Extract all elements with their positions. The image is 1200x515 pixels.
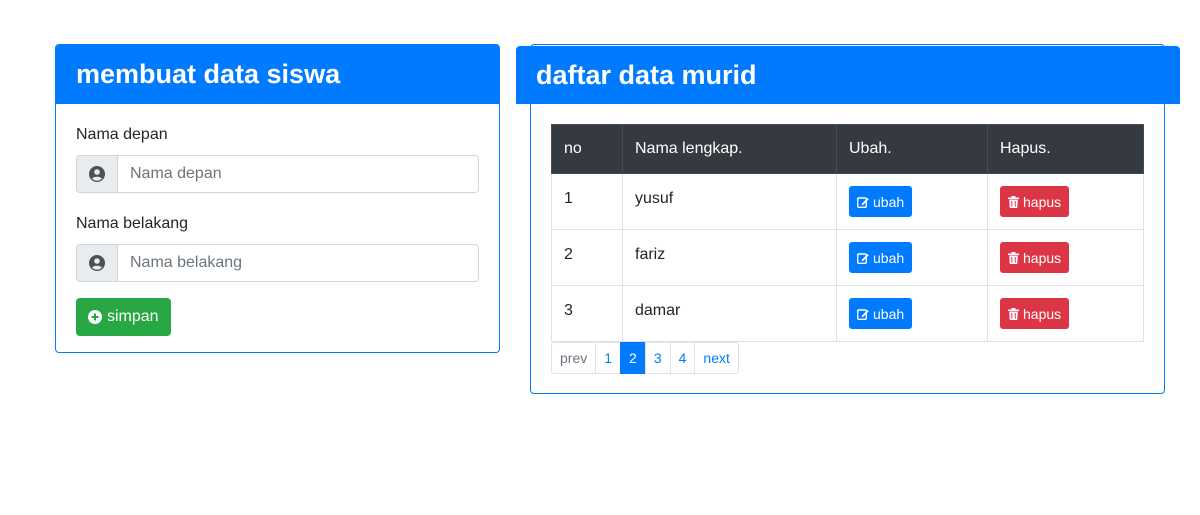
pagination-next[interactable]: next [694,342,739,374]
column-header-delete: Hapus. [987,124,1144,174]
edit-icon [857,196,869,208]
pagination-prev[interactable]: prev [551,342,597,374]
row-edit-cell: ubah [836,229,988,286]
trash-icon [1008,195,1019,208]
column-header-name: Nama lengkap. [622,124,837,174]
delete-button-label: hapus [1023,305,1062,322]
row-delete-cell: hapus [987,285,1144,342]
first-name-group [76,155,479,193]
user-circle-icon [77,245,118,281]
trash-icon [1008,251,1019,264]
edit-button-label: ubah [873,305,905,322]
delete-button-label: hapus [1023,249,1062,266]
last-name-label: Nama belakang [76,215,189,232]
delete-button[interactable]: hapus [1000,298,1070,329]
pagination-page-4[interactable]: 4 [669,342,696,374]
row-number: 1 [551,173,623,230]
row-name: damar [622,285,837,342]
row-name: yusuf [622,173,837,230]
student-table: no Nama lengkap. Ubah. Hapus. 1 yusuf ub… [551,124,1144,342]
edit-icon [857,308,869,320]
create-student-title: membuat data siswa [56,45,499,104]
delete-button[interactable]: hapus [1000,186,1070,217]
user-circle-icon [77,156,118,192]
first-name-input[interactable] [118,156,478,192]
first-name-label: Nama depan [76,126,168,143]
row-number: 2 [551,229,623,286]
last-name-group [76,244,479,282]
table-header-row: no Nama lengkap. Ubah. Hapus. [551,124,1144,174]
student-table-wrapper: no Nama lengkap. Ubah. Hapus. 1 yusuf ub… [551,124,1144,342]
delete-button-label: hapus [1023,193,1062,210]
row-name: fariz [622,229,837,286]
save-button[interactable]: simpan [76,298,171,336]
student-list-card: daftar data murid no Nama lengkap. Ubah.… [516,44,1180,394]
student-list-title: daftar data murid [516,46,1180,104]
row-edit-cell: ubah [836,173,988,230]
table-row: 2 fariz ubah hapus [551,229,1144,286]
edit-button[interactable]: ubah [849,298,913,329]
edit-button-label: ubah [873,193,905,210]
edit-button-label: ubah [873,249,905,266]
student-form: Nama depan Nama belakang simpan [56,104,499,336]
row-delete-cell: hapus [987,173,1144,230]
column-header-no: no [551,124,623,174]
plus-circle-icon [88,310,102,324]
pagination-page-1[interactable]: 1 [595,342,622,374]
row-number: 3 [551,285,623,342]
edit-button[interactable]: ubah [849,186,913,217]
row-delete-cell: hapus [987,229,1144,286]
column-header-edit: Ubah. [836,124,988,174]
pagination-page-2[interactable]: 2 [620,342,646,374]
table-row: 1 yusuf ubah hapus [551,173,1144,230]
delete-button[interactable]: hapus [1000,242,1070,273]
edit-icon [857,252,869,264]
last-name-input[interactable] [118,245,478,281]
pagination-page-3[interactable]: 3 [644,342,671,374]
table-row: 3 damar ubah hapus [551,285,1144,342]
save-button-label: simpan [107,308,159,325]
pagination: prev 1 2 3 4 next [551,342,739,374]
trash-icon [1008,307,1019,320]
edit-button[interactable]: ubah [849,242,913,273]
row-edit-cell: ubah [836,285,988,342]
create-student-card: membuat data siswa Nama depan Nama belak… [55,44,500,353]
